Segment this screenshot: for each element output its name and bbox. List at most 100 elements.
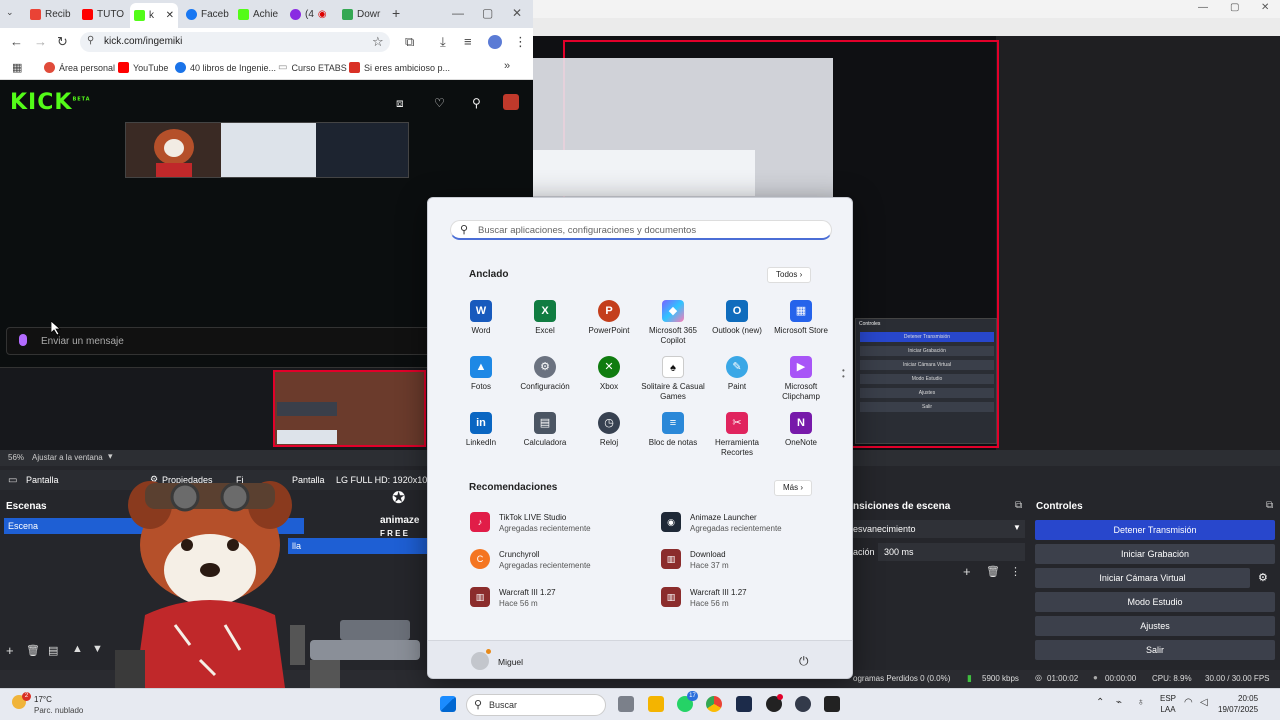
start-recording-button[interactable]: Iniciar Grabación xyxy=(1035,544,1275,564)
transition-select[interactable]: esvanecimiento ▼ xyxy=(853,520,1025,538)
microphone-icon[interactable]: ♁ xyxy=(1137,697,1145,708)
mini-studio-mode[interactable]: Modo Estudio xyxy=(860,374,994,384)
task-view-icon[interactable] xyxy=(618,696,634,712)
new-tab-icon[interactable]: + xyxy=(392,5,400,21)
app-icon[interactable] xyxy=(824,696,840,712)
pinned-app-recortes[interactable]: ✂ Herramienta Recortes xyxy=(702,412,772,458)
apps-grid-icon[interactable]: ▦ xyxy=(12,61,22,74)
recommendation-tiktok[interactable]: ♪ TikTok LIVE Studio Agregadas recientemen… xyxy=(470,510,650,536)
close-tab-icon[interactable]: ✕ xyxy=(166,10,174,21)
bookmark-libros[interactable]: 40 libros de Ingenie... xyxy=(175,62,276,73)
user-avatar[interactable] xyxy=(503,94,519,110)
recommendation-warcraft-1[interactable]: ▥ Warcraft III 1.27 Hace 56 m xyxy=(470,585,650,611)
duration-stepper[interactable]: 300 ms xyxy=(878,543,1025,561)
stream-preview[interactable] xyxy=(125,122,409,178)
heart-icon[interactable]: ♡ xyxy=(434,96,445,110)
mini-virtual-cam[interactable]: Iniciar Cámara Virtual xyxy=(860,360,994,370)
monitor-select[interactable]: LG FULL HD: 1920x1080 xyxy=(336,475,437,485)
page-dots-icon[interactable]: • • xyxy=(842,367,845,381)
pinned-app-paint[interactable]: ✎ Paint xyxy=(702,356,772,392)
gift-icon[interactable]: ⧈ xyxy=(396,96,404,111)
emote-icon[interactable] xyxy=(19,334,27,346)
pinned-app-store[interactable]: ▦ Microsoft Store xyxy=(766,300,836,336)
pinned-app-xbox[interactable]: ✕ Xbox xyxy=(574,356,644,392)
kick-logo[interactable]: KICKBETA xyxy=(10,90,91,115)
volume-icon[interactable]: ◁ xyxy=(1200,697,1208,708)
user-avatar[interactable] xyxy=(471,652,489,670)
recommendation-crunchyroll[interactable]: C Crunchyroll Agregadas recientemente xyxy=(470,547,650,573)
extensions-icon[interactable]: ⧉ xyxy=(405,34,414,50)
start-virtual-camera-button[interactable]: Iniciar Cámara Virtual xyxy=(1035,568,1250,588)
profile-avatar[interactable] xyxy=(488,35,502,49)
wifi-icon[interactable]: ◠ xyxy=(1184,697,1193,708)
pinned-app-clipchamp[interactable]: ▶ Microsoft Clipchamp xyxy=(766,356,836,402)
pinned-app-solitaire[interactable]: ♠ Solitaire & Casual Games xyxy=(638,356,708,402)
tab-kick-active[interactable]: k ✕ xyxy=(130,3,178,28)
menu-kebab-icon[interactable]: ⋮ xyxy=(514,34,527,50)
move-down-icon[interactable]: ▼ xyxy=(92,643,103,655)
tab-facebook[interactable]: Faceb xyxy=(182,4,230,24)
pinned-app-word[interactable]: W Word xyxy=(446,300,516,336)
pinned-app-onenote[interactable]: N OneNote xyxy=(766,412,836,448)
taskbar-search[interactable]: ⚲ Buscar xyxy=(466,694,606,716)
bookmark-youtube[interactable]: YouTube xyxy=(118,62,168,73)
tab-search-chevron-icon[interactable]: ⌄ xyxy=(6,7,14,18)
move-up-icon[interactable]: ▲ xyxy=(72,643,83,655)
minimize-icon[interactable]: — xyxy=(1198,2,1208,13)
recommendation-download[interactable]: ▥ Download Hace 37 m xyxy=(661,547,841,573)
url-field[interactable]: ⚲ kick.com/ingemiki xyxy=(80,32,390,52)
stop-stream-button[interactable]: Detener Transmisión xyxy=(1035,520,1275,540)
reload-icon[interactable]: ↻ xyxy=(57,34,68,50)
maximize-icon[interactable]: ▢ xyxy=(482,6,493,20)
dock-float-icon[interactable]: ⧉ xyxy=(1266,500,1273,511)
pinned-app-copilot[interactable]: ◆ Microsoft 365 Copilot xyxy=(638,300,708,346)
pinned-app-powerpoint[interactable]: P PowerPoint xyxy=(574,300,644,336)
more-recommendations-button[interactable]: Más › xyxy=(774,480,813,496)
animaze-icon[interactable] xyxy=(795,696,811,712)
trash-icon[interactable]: 🗑 xyxy=(986,565,1000,578)
clock[interactable]: 20:05 19/07/2025 xyxy=(1218,693,1258,715)
power-icon[interactable]: ⏻ xyxy=(799,654,809,669)
pinned-app-outlook[interactable]: O Outlook (new) xyxy=(702,300,772,336)
all-apps-button[interactable]: Todos › xyxy=(767,267,812,283)
site-info-icon[interactable]: ⚲ xyxy=(87,35,94,46)
recommendation-warcraft-2[interactable]: ▥ Warcraft III 1.27 Hace 56 m xyxy=(661,585,841,611)
pinned-app-configuracion[interactable]: ⚙ Configuración xyxy=(510,356,580,392)
language-indicator[interactable]: ESP LAA xyxy=(1160,693,1176,715)
studio-mode-button[interactable]: Modo Estudio xyxy=(1035,592,1275,612)
tab-drive[interactable]: Dowr xyxy=(338,4,386,24)
gear-icon[interactable]: ⚙ xyxy=(1258,571,1268,584)
bookmark-curso-etabs[interactable]: ▭ Curso ETABS xyxy=(278,62,347,73)
pinned-app-excel[interactable]: X Excel xyxy=(510,300,580,336)
mini-exit[interactable]: Salir xyxy=(860,402,994,412)
chevron-up-icon[interactable]: ⌃ xyxy=(1096,697,1104,708)
mini-stop-stream[interactable]: Detener Transmisión xyxy=(860,332,994,342)
pinned-app-fotos[interactable]: ▲ Fotos xyxy=(446,356,516,392)
pinned-app-linkedin[interactable]: in LinkedIn xyxy=(446,412,516,448)
add-transition-icon[interactable]: + xyxy=(963,564,971,579)
reading-list-icon[interactable]: ≡ xyxy=(464,34,472,49)
pinned-app-bloc-notas[interactable]: ≡ Bloc de notas xyxy=(638,412,708,448)
maximize-icon[interactable]: ▢ xyxy=(1230,2,1239,13)
network-icon[interactable]: ⌁ xyxy=(1116,697,1122,708)
tab-youtube[interactable]: TUTO xyxy=(78,4,124,24)
recommendation-animaze[interactable]: ◉ Animaze Launcher Agregadas recientemente xyxy=(661,510,841,536)
start-search-input[interactable]: ⚲ Buscar aplicaciones, configuraciones y… xyxy=(450,220,832,240)
more-bookmarks-icon[interactable]: » xyxy=(504,60,510,72)
tab-kick-achievements[interactable]: Achie xyxy=(234,4,282,24)
more-options-icon[interactable]: ⋮ xyxy=(1010,565,1021,578)
chat-message-input[interactable]: Enviar un mensaje xyxy=(6,327,436,355)
add-icon[interactable]: + xyxy=(6,643,14,658)
close-window-icon[interactable]: ✕ xyxy=(1261,2,1269,13)
pinned-app-calculadora[interactable]: ▤ Calculadora xyxy=(510,412,580,448)
bookmark-area-personal[interactable]: Área personal xyxy=(44,62,115,73)
mini-start-recording[interactable]: Iniciar Grabación xyxy=(860,346,994,356)
exit-button[interactable]: Salir xyxy=(1035,640,1275,660)
trash-icon[interactable]: 🗑 xyxy=(26,644,40,657)
download-icon[interactable]: ⤓ xyxy=(440,34,446,50)
minimize-icon[interactable]: — xyxy=(452,6,464,20)
app-icon[interactable] xyxy=(736,696,752,712)
settings-button[interactable]: Ajustes xyxy=(1035,616,1275,636)
preview-selection-box[interactable] xyxy=(273,370,426,447)
pinned-app-reloj[interactable]: ◷ Reloj xyxy=(574,412,644,448)
